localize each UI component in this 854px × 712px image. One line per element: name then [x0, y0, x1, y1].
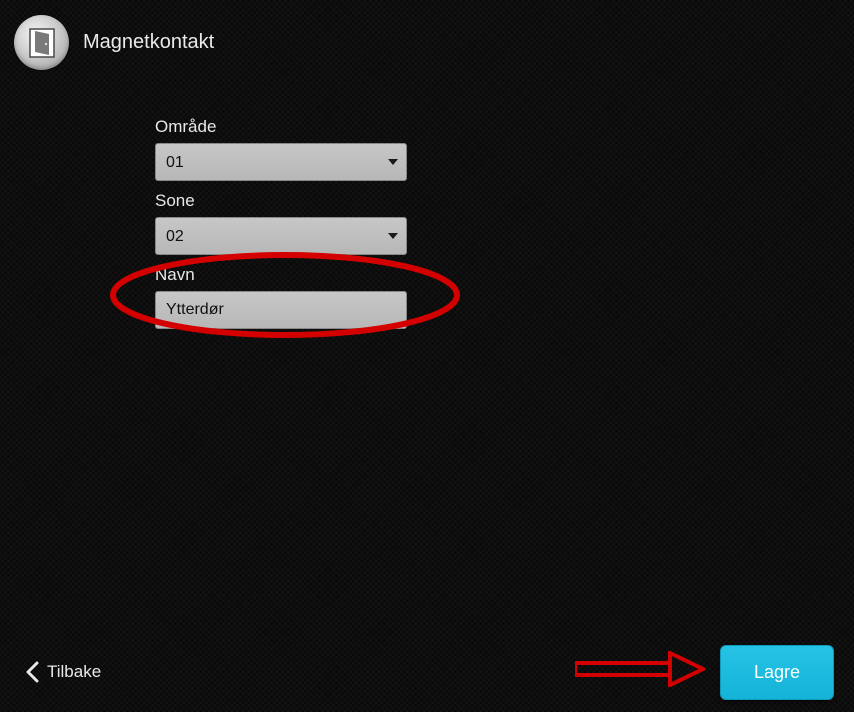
form-area: Område 01 Sone 02 Navn — [0, 85, 854, 329]
footer: Tilbake Lagre — [0, 632, 854, 712]
area-select-wrap: 01 — [155, 143, 407, 181]
area-select[interactable]: 01 — [155, 143, 407, 181]
area-label: Område — [155, 117, 854, 137]
back-button[interactable]: Tilbake — [25, 661, 101, 683]
name-label: Navn — [155, 265, 854, 285]
header: Magnetkontakt — [0, 0, 854, 85]
device-icon — [14, 15, 69, 70]
name-input[interactable] — [155, 291, 407, 329]
zone-select-wrap: 02 — [155, 217, 407, 255]
chevron-left-icon — [25, 661, 39, 683]
back-label: Tilbake — [47, 662, 101, 682]
page-title: Magnetkontakt — [83, 31, 214, 54]
zone-label: Sone — [155, 191, 854, 211]
save-button[interactable]: Lagre — [720, 645, 834, 700]
zone-select[interactable]: 02 — [155, 217, 407, 255]
